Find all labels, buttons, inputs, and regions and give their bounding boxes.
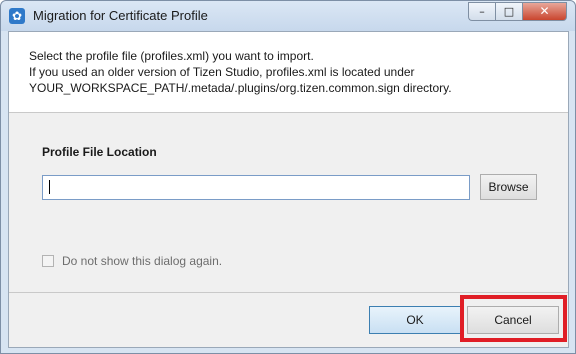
certificate-icon: ✿ [9,8,25,24]
maximize-icon: □ [503,5,515,18]
maximize-button[interactable]: □ [495,2,522,21]
description-line-1: Select the profile file (profiles.xml) y… [29,49,314,63]
footer-divider [9,292,568,293]
dialog-window: ✿ Migration for Certificate Profile – □ … [0,0,576,354]
window-title: Migration for Certificate Profile [33,8,208,23]
profile-path-input[interactable] [42,175,470,200]
ok-button[interactable]: OK [369,306,461,334]
dialog-body: Select the profile file (profiles.xml) y… [8,31,569,348]
close-button[interactable]: ✕ [522,2,567,21]
dont-show-checkbox[interactable] [42,255,54,267]
close-icon: ✕ [539,4,550,18]
dont-show-label: Do not show this dialog again. [62,254,223,268]
title-bar[interactable]: ✿ Migration for Certificate Profile – □ … [1,1,575,31]
description-line-2: If you used an older version of Tizen St… [29,65,415,79]
profile-location-label: Profile File Location [42,145,157,159]
text-cursor [49,180,50,194]
description-line-3: YOUR_WORKSPACE_PATH/.metada/.plugins/org… [29,81,452,95]
description-panel: Select the profile file (profiles.xml) y… [9,32,568,113]
browse-button[interactable]: Browse [480,174,537,200]
cancel-highlight-box [460,295,567,342]
minimize-icon: – [479,5,485,18]
minimize-button[interactable]: – [468,2,495,21]
